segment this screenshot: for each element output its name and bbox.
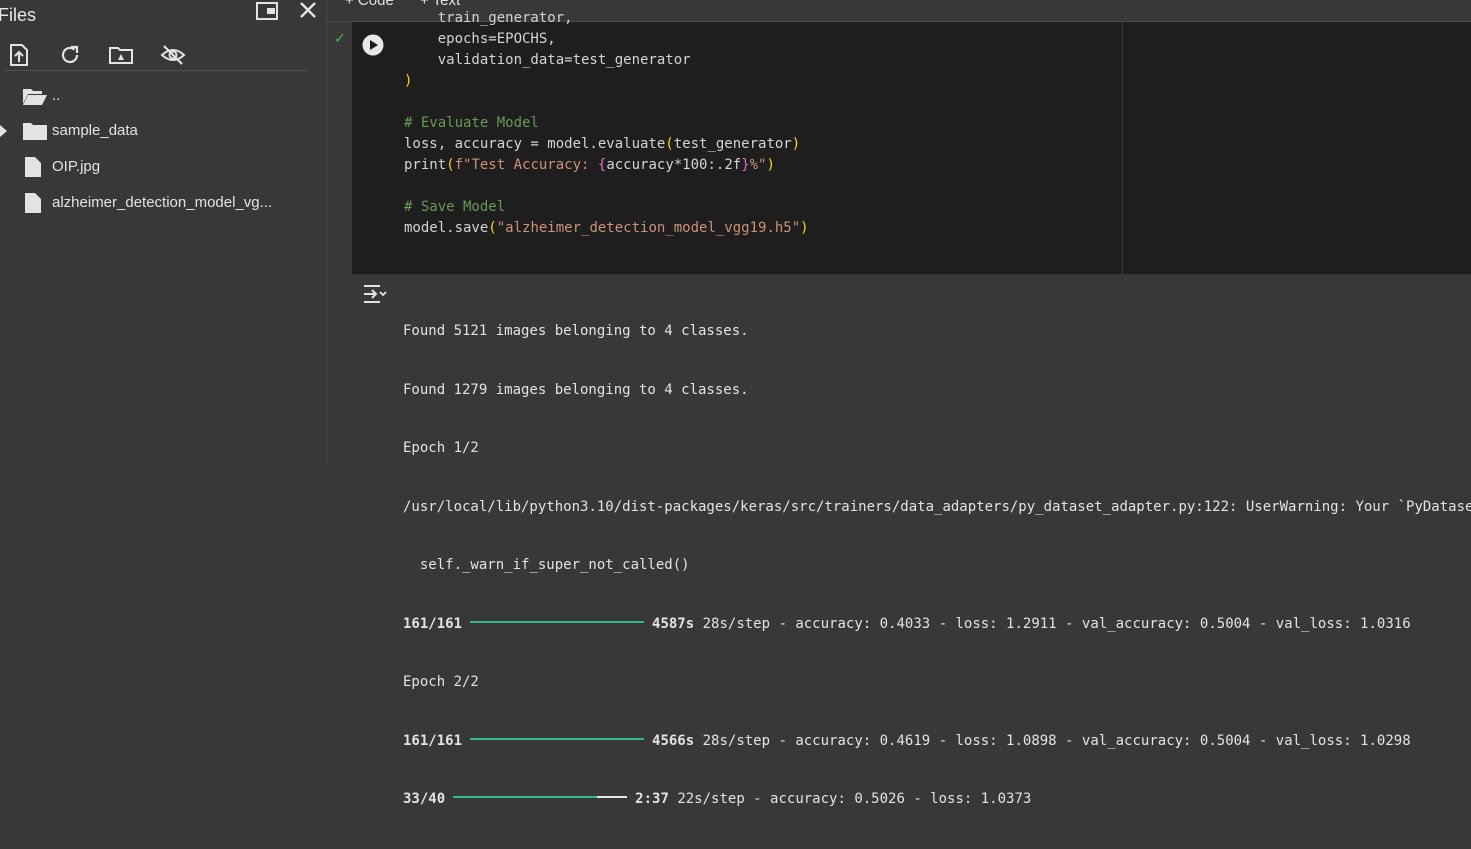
refresh-icon [61, 45, 79, 64]
output-line: Epoch 1/2 [403, 440, 479, 456]
file-item-oip-jpg[interactable]: OIP.jpg [0, 152, 320, 182]
file-item-sample-data[interactable]: sample_data [0, 116, 320, 146]
refresh-button[interactable] [57, 42, 83, 68]
code-token: ( [665, 136, 674, 152]
progress-metrics: 22s/step - accuracy: 0.5026 - loss: 1.03… [677, 791, 1032, 807]
file-name: OIP.jpg [52, 158, 101, 175]
toggle-hidden-files-button[interactable] [160, 42, 186, 68]
progress-fill [470, 737, 645, 740]
progress-metrics: 28s/step - accuracy: 0.4619 - loss: 1.08… [702, 732, 1411, 749]
mount-drive-button[interactable] [108, 42, 134, 68]
cell-divider [1122, 22, 1123, 274]
panel-title: Files [0, 5, 37, 25]
drive-folder-icon [109, 47, 133, 64]
code-token: print [404, 157, 447, 173]
code-token: %" [749, 157, 767, 173]
run-cell-icon[interactable] [362, 34, 384, 56]
code-token: f"Test Accuracy: [454, 157, 598, 173]
code-token: test_generator [673, 136, 792, 152]
file-icon [25, 193, 41, 213]
file-name: sample_data [52, 122, 138, 139]
folder-open-icon [23, 89, 47, 105]
expand-caret-icon[interactable] [0, 125, 7, 137]
progress-line: 33/40 2:37 22s/step - accuracy: 0.5026 - … [403, 790, 1471, 810]
file-name: .. [52, 87, 61, 104]
progress-time: 2:37 [635, 791, 669, 807]
file-item-model[interactable]: alzheimer_detection_model_vg... [0, 188, 320, 218]
output-line: Found 5121 images belonging to 4 classes… [403, 323, 749, 339]
code-comment: # Evaluate Model [404, 115, 539, 131]
progress-time: 4587s [652, 615, 695, 632]
code-token: ( [488, 220, 497, 236]
output-line: self._warn_if_super_not_called() [403, 557, 690, 573]
cell-status-check-icon: ✓ [334, 30, 346, 46]
progress-bar [470, 620, 645, 623]
folder-icon [23, 123, 47, 140]
progress-remaining [596, 796, 628, 798]
code-token: ) [766, 157, 775, 173]
upload-button[interactable] [6, 42, 32, 68]
code-token: model.save [404, 220, 489, 236]
progress-time: 4566s [652, 732, 695, 749]
progress-fill [470, 620, 645, 623]
progress-line: 161/161 4566s 28s/step - accuracy: 0.4619… [403, 732, 1471, 752]
file-browser-panel: Files .. sample_data OIP.jpg alzheimer_d… [0, 0, 327, 464]
output-line: /usr/local/lib/python3.10/dist-packages/… [403, 498, 1471, 515]
file-item-parent[interactable]: .. [0, 81, 320, 111]
progress-line: 161/161 4587s 28s/step - accuracy: 0.4033… [403, 615, 1471, 635]
progress-metrics: 28s/step - accuracy: 0.4033 - loss: 1.29… [702, 615, 1411, 632]
progress-bar [470, 737, 645, 740]
code-cell[interactable]: train_generator, epochs=EPOCHS, validati… [352, 10, 1471, 274]
progress-bar [453, 796, 628, 798]
code-token: loss, accuracy = model.evaluate [404, 136, 666, 152]
file-toolbar [6, 40, 306, 71]
code-line: validation_data=test_generator [404, 52, 691, 68]
code-comment: # Save Model [404, 199, 506, 215]
code-line: print(f"Test Accuracy: {accuracy*100:.2f… [404, 155, 809, 176]
file-name: alzheimer_detection_model_vg... [52, 194, 273, 211]
progress-fill [453, 796, 597, 798]
progress-step: 33/40 [403, 791, 446, 807]
code-token: ) [800, 220, 809, 236]
progress-step: 161/161 [403, 732, 463, 749]
code-token: "alzheimer_detection_model_vgg19.h5" [496, 220, 801, 236]
new-window-icon[interactable] [255, 0, 279, 22]
upload-icon [10, 44, 28, 66]
file-icon [25, 157, 41, 177]
output-line: Epoch 2/2 [403, 674, 479, 690]
code-token: ) [791, 136, 801, 152]
output-text: Found 5121 images belonging to 4 classes… [403, 283, 1471, 849]
close-icon[interactable] [296, 0, 320, 22]
code-token: ( [446, 157, 455, 173]
cell-output: Found 5121 images belonging to 4 classes… [352, 275, 1471, 807]
code-line: model.save("alzheimer_detection_model_vg… [404, 218, 809, 239]
add-code-button[interactable]: + Code [345, 0, 394, 9]
notebook-area: + Code + Text ✓ train_generator, epochs=… [327, 0, 1471, 807]
code-line: ) [404, 73, 413, 89]
code-token: } [741, 157, 750, 173]
output-options-icon[interactable] [362, 283, 388, 305]
code-token: accuracy*100:.2f [606, 157, 742, 173]
hide-hidden-icon [160, 45, 186, 65]
code-editor[interactable]: train_generator, epochs=EPOCHS, validati… [404, 8, 809, 239]
code-line: train_generator, [404, 10, 573, 26]
code-line: loss, accuracy = model.evaluate(test_gen… [404, 134, 809, 155]
code-line: epochs=EPOCHS, [404, 31, 556, 47]
progress-step: 161/161 [403, 615, 463, 632]
output-line: Found 1279 images belonging to 4 classes… [403, 381, 749, 398]
